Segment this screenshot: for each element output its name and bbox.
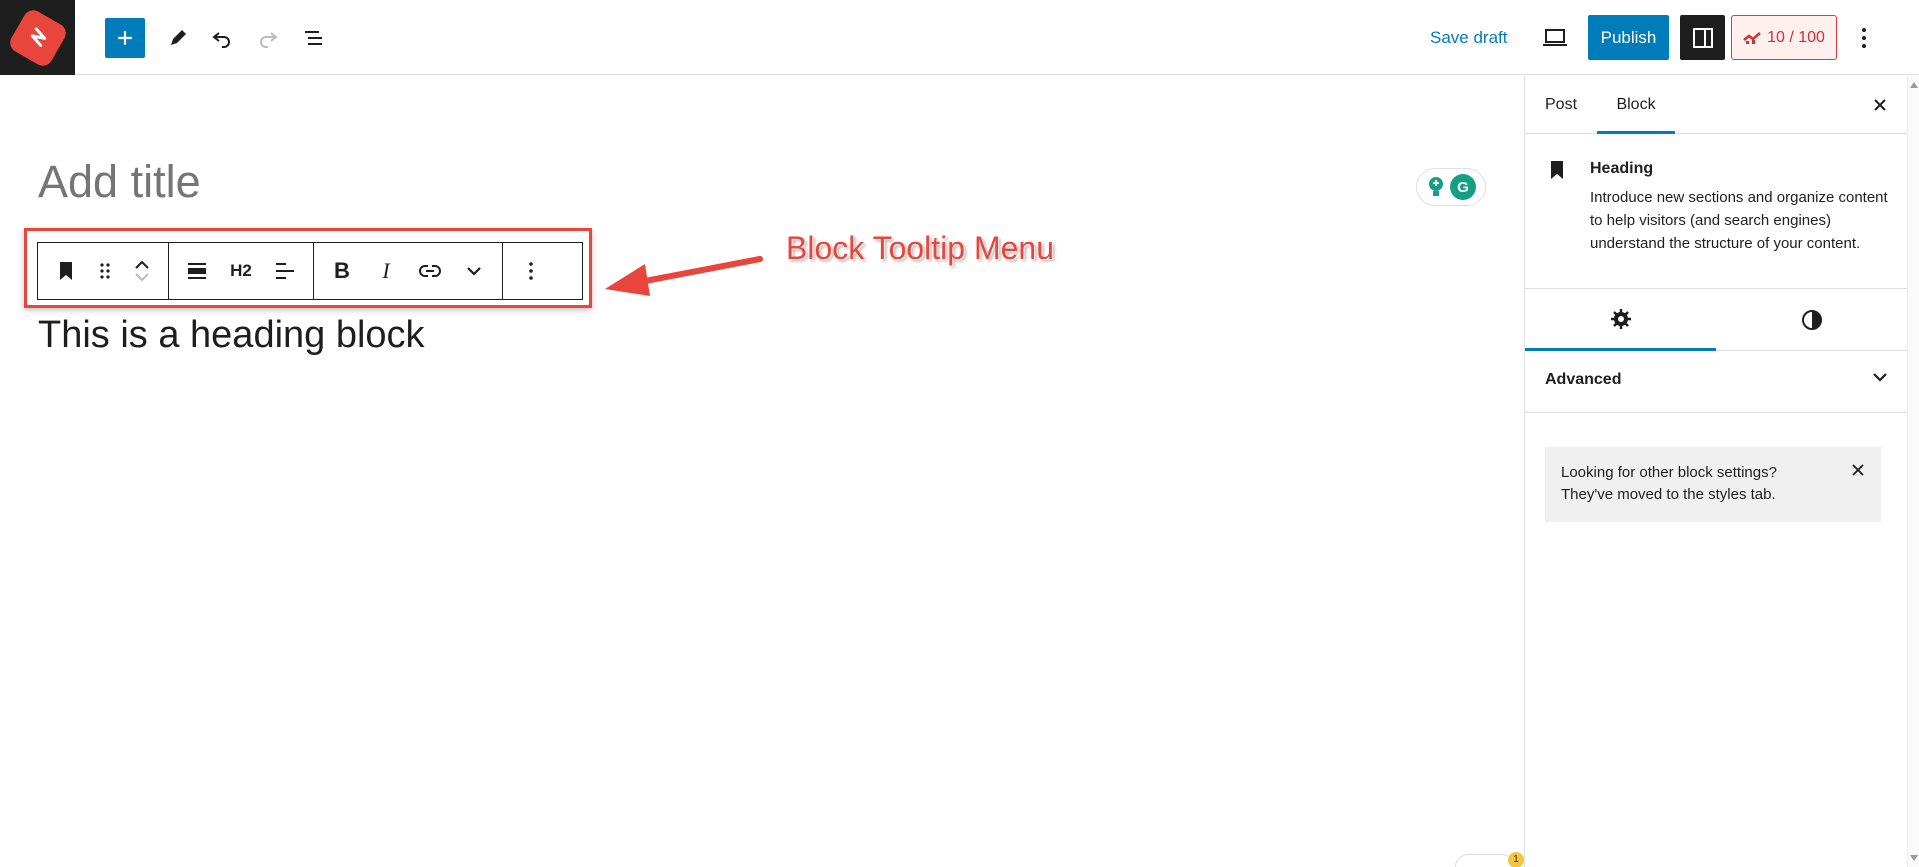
gear-icon (1610, 308, 1631, 329)
sidebar-toggle-icon (1692, 27, 1713, 48)
more-rich-text-button[interactable] (452, 249, 496, 293)
post-title-input[interactable]: Add title (38, 156, 201, 208)
grammarly-badge: 1 (1508, 852, 1524, 867)
close-sidebar-button[interactable] (1867, 92, 1893, 118)
chevron-down-icon (467, 267, 481, 276)
more-options-icon (1862, 28, 1866, 48)
plus-icon (118, 31, 132, 45)
move-buttons (122, 249, 162, 293)
lightbulb-icon (1429, 177, 1443, 196)
link-icon (419, 265, 441, 277)
close-icon (1874, 99, 1886, 111)
bookmark-icon (1551, 161, 1563, 179)
bookmark-icon (60, 262, 72, 280)
drag-handle[interactable] (88, 249, 122, 293)
tools-button[interactable] (158, 18, 198, 58)
pencil-icon (171, 30, 186, 45)
block-type-button[interactable] (44, 249, 88, 293)
site-logo[interactable] (0, 0, 75, 75)
undo-icon (212, 32, 230, 48)
drag-handle-icon (100, 263, 110, 279)
preview-button[interactable] (1535, 18, 1575, 58)
italic-button[interactable]: I (364, 249, 408, 293)
move-down-icon[interactable] (133, 271, 151, 283)
tab-settings[interactable] (1525, 289, 1716, 351)
logo-icon (6, 6, 69, 69)
redo-icon (260, 32, 278, 48)
link-button[interactable] (408, 249, 452, 293)
styles-moved-notice: Looking for other block settings? They'v… (1545, 447, 1881, 522)
annotation-label: Block Tooltip Menu (786, 230, 1054, 266)
top-toolbar: Save draft Publish 10 / 100 (0, 0, 1919, 75)
score-icon (1743, 31, 1761, 44)
block-options-button[interactable] (509, 249, 553, 293)
grammarly-icon: G (1450, 174, 1476, 200)
grammarly-widget[interactable]: G (1416, 168, 1486, 206)
list-view-button[interactable] (294, 18, 334, 58)
settings-sidebar: Post Block Heading Introduce new section… (1524, 76, 1908, 867)
text-align-icon (276, 263, 294, 279)
scrollbar[interactable] (1907, 76, 1919, 867)
notice-text: Looking for other block settings? They'v… (1561, 464, 1777, 503)
block-inspector-tabs (1525, 289, 1908, 351)
settings-sidebar-button[interactable] (1680, 15, 1725, 60)
block-name: Heading (1590, 160, 1654, 177)
tab-post[interactable]: Post (1545, 76, 1577, 134)
heading-block[interactable]: This is a heading block (38, 314, 425, 357)
text-align-button[interactable] (263, 249, 307, 293)
editor-canvas: Add title G H2 B I This is a heading blo… (0, 76, 1523, 867)
seo-score-value: 10 / 100 (1767, 28, 1825, 46)
undo-button[interactable] (202, 18, 242, 58)
more-options-icon (529, 262, 533, 280)
sidebar-tabs: Post Block (1525, 76, 1907, 134)
bold-button[interactable]: B (320, 249, 364, 293)
heading-level-button[interactable]: H2 (219, 249, 263, 293)
align-icon (188, 263, 206, 279)
block-card: Heading Introduce new sections and organ… (1525, 134, 1908, 289)
desktop-preview-icon (1543, 29, 1567, 46)
list-view-icon (305, 31, 322, 45)
advanced-label: Advanced (1545, 371, 1622, 388)
seo-score-button[interactable]: 10 / 100 (1731, 15, 1837, 60)
redo-button[interactable] (248, 18, 288, 58)
toolbar-group-format: H2 (169, 243, 314, 299)
tab-block[interactable]: Block (1597, 76, 1675, 134)
scroll-down-arrow[interactable] (1910, 855, 1918, 861)
block-toolbar: H2 B I (37, 242, 583, 300)
grammarly-floating-widget[interactable] (1455, 854, 1515, 867)
save-draft-button[interactable]: Save draft (1430, 28, 1508, 48)
align-button[interactable] (175, 249, 219, 293)
contrast-icon (1801, 310, 1822, 330)
annotation-arrow (605, 256, 763, 296)
scroll-up-arrow[interactable] (1910, 82, 1918, 88)
toolbar-group-inline: B I (314, 243, 503, 299)
chevron-down-icon (1873, 373, 1887, 382)
close-icon[interactable] (1851, 463, 1865, 477)
block-description: Introduce new sections and organize cont… (1590, 189, 1888, 252)
tab-styles[interactable] (1716, 289, 1907, 351)
advanced-panel-toggle[interactable]: Advanced (1525, 351, 1908, 413)
toolbar-group-block (38, 243, 169, 299)
move-up-icon[interactable] (133, 259, 151, 271)
publish-button[interactable]: Publish (1588, 15, 1669, 60)
more-options-button[interactable] (1844, 18, 1884, 58)
toolbar-group-options (503, 243, 559, 299)
add-block-button[interactable] (105, 18, 145, 58)
